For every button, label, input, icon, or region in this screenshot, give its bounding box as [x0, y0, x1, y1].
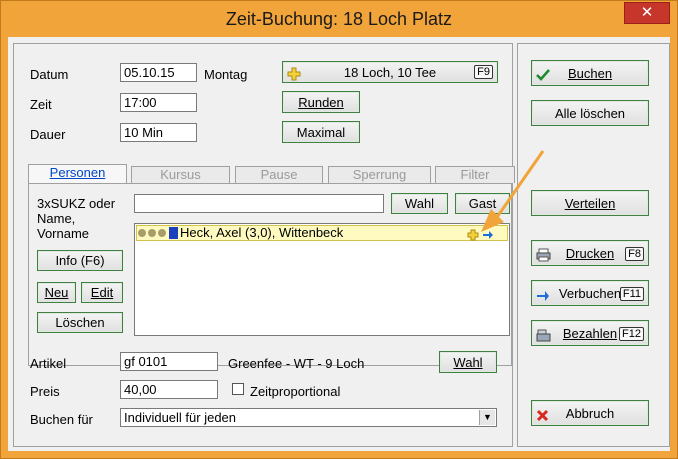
booking-window: Zeit-Buchung: 18 Loch Platz ✕ Datum 05.1… — [0, 0, 678, 459]
annotation-arrow-icon — [481, 150, 545, 232]
